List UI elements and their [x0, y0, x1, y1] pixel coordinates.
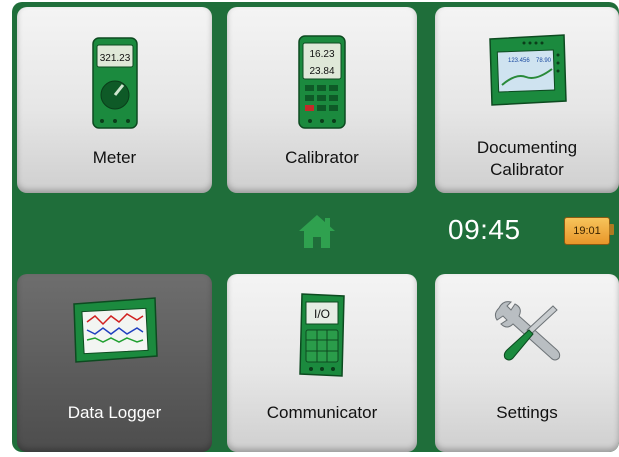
- meter-tile[interactable]: 321.23 Meter: [17, 7, 212, 193]
- calibrator-display-value-1: 16.23: [309, 49, 334, 60]
- clock-time: 09:45: [448, 214, 521, 245]
- meter-display-value: 321.23: [99, 53, 130, 64]
- doc-cal-display-value-2: 78.90: [536, 58, 552, 64]
- battery-label: 19:01: [573, 225, 601, 237]
- home-icon[interactable]: [297, 213, 337, 254]
- settings-tile[interactable]: Settings: [435, 274, 619, 452]
- communicator-display-text: I/O: [314, 307, 330, 321]
- data-logger-icon: [71, 296, 159, 369]
- data-logger-tile[interactable]: Data Logger: [17, 274, 212, 452]
- documenting-calibrator-icon: 123.456 78.90: [486, 33, 568, 112]
- calibrator-label: Calibrator: [285, 148, 359, 167]
- documenting-calibrator-label: Documenting Calibrator: [435, 137, 619, 181]
- doc-cal-display-value-1: 123.456: [508, 58, 530, 64]
- meter-device-icon: 321.23: [91, 37, 138, 134]
- status-bar: 09:45 19:01: [12, 199, 619, 269]
- home-screen: 321.23 Meter 16.23 23.84 Calibrator 123.…: [12, 2, 619, 452]
- data-logger-label: Data Logger: [67, 403, 162, 422]
- communicator-device-icon: I/O: [296, 292, 348, 383]
- battery-cap: [609, 224, 614, 235]
- calibrator-display-value-2: 23.84: [309, 66, 334, 77]
- documenting-calibrator-tile[interactable]: 123.456 78.90 Documenting Calibrator: [435, 7, 619, 193]
- documenting-calibrator-label-text: Documenting Calibrator: [476, 138, 578, 179]
- communicator-tile[interactable]: I/O Communicator: [227, 274, 417, 452]
- calibrator-tile[interactable]: 16.23 23.84 Calibrator: [227, 7, 417, 193]
- calibrator-device-icon: 16.23 23.84: [298, 35, 346, 134]
- battery-indicator: 19:01: [564, 217, 610, 245]
- meter-label: Meter: [92, 148, 137, 167]
- settings-label: Settings: [496, 403, 558, 422]
- wrench-screwdriver-icon: [491, 300, 563, 369]
- communicator-label: Communicator: [266, 403, 378, 422]
